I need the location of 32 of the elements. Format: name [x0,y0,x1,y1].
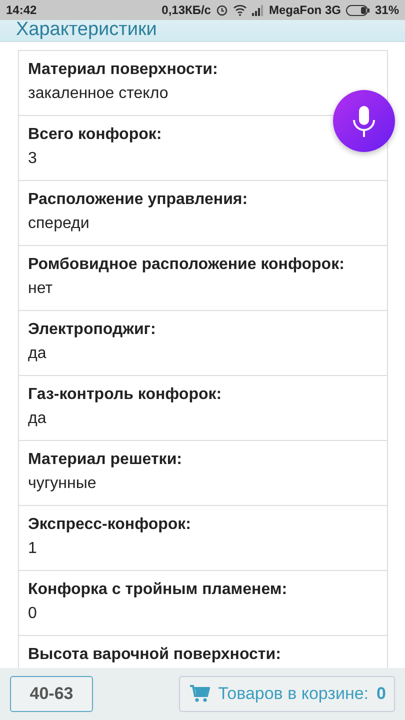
spec-label: Конфорка с тройным пламенем: [28,580,288,600]
carrier-name: MegaFon 3G [268,2,341,19]
spec-label: Материал поверхности: [28,60,219,80]
phone-button[interactable]: 40-63 [10,676,93,712]
alarm-icon [216,4,228,16]
spec-value: 3 [28,149,38,169]
microphone-icon [351,104,377,138]
spec-label: Высота варочной поверхности: [28,645,282,665]
wifi-icon [232,4,247,16]
spec-value: да [28,409,48,429]
spec-value: 0 [28,604,38,624]
signal-icon [252,4,264,16]
spec-value: закаленное стекло [28,84,170,104]
spec-value: да [28,344,48,364]
spec-label: Газ-контроль конфорок: [28,385,223,405]
network-speed: 0,13КБ/с [162,2,211,19]
spec-label: Ромбовидное расположение конфорок: [28,255,346,275]
battery-icon [346,4,370,16]
spec-label: Экспресс-конфорок: [28,515,192,535]
spec-label: Расположение управления: [28,190,249,210]
microphone-button[interactable] [333,90,395,152]
cart-icon [190,685,210,703]
section-title: Характеристики [16,20,157,39]
spec-value: спереди [28,214,90,234]
spec-value: 1 [28,539,38,559]
spec-value: нет [28,279,54,299]
status-time: 14:42 [6,2,37,19]
spec-value: чугунные [28,474,98,494]
spec-label: Всего конфорок: [28,125,163,145]
spec-label: Электроподжиг: [28,320,157,340]
battery-percent: 31% [374,2,399,19]
spec-label: Материал решетки: [28,450,183,470]
